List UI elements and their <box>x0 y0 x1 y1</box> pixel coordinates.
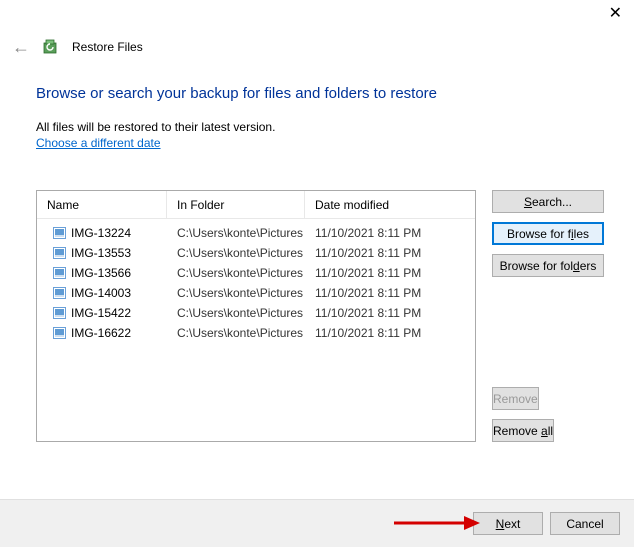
remove-label: Remove <box>493 392 538 406</box>
image-file-icon <box>53 247 66 259</box>
image-file-icon <box>53 307 66 319</box>
list-item[interactable]: IMG-13224 C:\Users\konte\Pictures11/10/20… <box>37 223 475 243</box>
file-folder: C:\Users\konte\Pictures <box>167 246 305 260</box>
column-header-folder[interactable]: In Folder <box>167 191 305 218</box>
column-header-date[interactable]: Date modified <box>305 191 475 218</box>
search-button[interactable]: Search... <box>492 190 604 213</box>
column-header-name[interactable]: Name <box>37 191 167 218</box>
window-title: Restore Files <box>72 40 143 54</box>
browse-folders-button[interactable]: Browse for folders <box>492 254 604 277</box>
cancel-button[interactable]: Cancel <box>550 512 620 535</box>
file-date: 11/10/2021 8:11 PM <box>305 266 475 280</box>
file-folder: C:\Users\konte\Pictures <box>167 306 305 320</box>
choose-date-link[interactable]: Choose a different date <box>36 136 161 150</box>
footer: Next Cancel <box>0 499 634 547</box>
list-item[interactable]: IMG-14003 C:\Users\konte\Pictures11/10/20… <box>37 283 475 303</box>
image-file-icon <box>53 327 66 339</box>
remove-all-label: Remove all <box>493 424 553 438</box>
next-label: Next <box>496 517 521 531</box>
subtext: All files will be restored to their late… <box>36 120 604 134</box>
browse-folders-label: Browse for folders <box>500 259 597 273</box>
file-folder: C:\Users\konte\Pictures <box>167 226 305 240</box>
file-name: IMG-13566 <box>71 266 131 280</box>
file-name: IMG-14003 <box>71 286 131 300</box>
restore-files-icon <box>42 38 60 56</box>
file-date: 11/10/2021 8:11 PM <box>305 226 475 240</box>
file-date: 11/10/2021 8:11 PM <box>305 326 475 340</box>
file-name: IMG-13553 <box>71 246 131 260</box>
file-folder: C:\Users\konte\Pictures <box>167 286 305 300</box>
next-button[interactable]: Next <box>473 512 543 535</box>
file-name: IMG-16622 <box>71 326 131 340</box>
list-item[interactable]: IMG-15422 C:\Users\konte\Pictures11/10/20… <box>37 303 475 323</box>
list-item[interactable]: IMG-13553 C:\Users\konte\Pictures11/10/20… <box>37 243 475 263</box>
page-heading: Browse or search your backup for files a… <box>36 85 604 102</box>
browse-files-label: Browse for files <box>507 227 589 241</box>
file-list: Name In Folder Date modified IMG-13224 C:… <box>36 190 476 442</box>
list-item[interactable]: IMG-16622 C:\Users\konte\Pictures11/10/20… <box>37 323 475 343</box>
file-name: IMG-15422 <box>71 306 131 320</box>
close-icon[interactable]: ✕ <box>609 6 622 22</box>
remove-button: Remove <box>492 387 539 410</box>
file-folder: C:\Users\konte\Pictures <box>167 326 305 340</box>
list-item[interactable]: IMG-13566 C:\Users\konte\Pictures11/10/20… <box>37 263 475 283</box>
remove-all-button[interactable]: Remove all <box>492 419 554 442</box>
file-date: 11/10/2021 8:11 PM <box>305 306 475 320</box>
image-file-icon <box>53 287 66 299</box>
back-arrow-icon[interactable]: ← <box>12 38 30 56</box>
file-date: 11/10/2021 8:11 PM <box>305 286 475 300</box>
image-file-icon <box>53 227 66 239</box>
file-name: IMG-13224 <box>71 226 131 240</box>
browse-files-button[interactable]: Browse for files <box>492 222 604 245</box>
list-header: Name In Folder Date modified <box>37 191 475 219</box>
file-folder: C:\Users\konte\Pictures <box>167 266 305 280</box>
image-file-icon <box>53 267 66 279</box>
file-date: 11/10/2021 8:11 PM <box>305 246 475 260</box>
